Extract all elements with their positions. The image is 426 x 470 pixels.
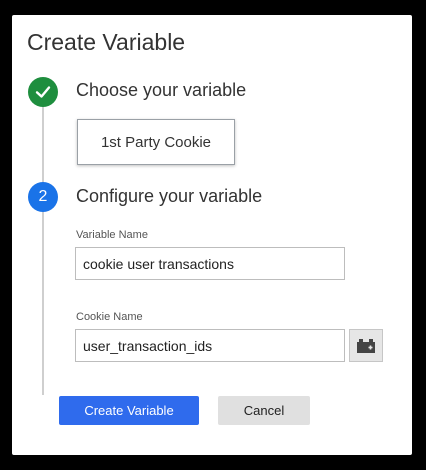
variable-picker-icon	[357, 338, 375, 353]
step-2-number: 2	[38, 188, 48, 205]
variable-type-card[interactable]: 1st Party Cookie	[77, 119, 235, 165]
step-1-title: Choose your variable	[76, 80, 247, 100]
dialog-title: Create Variable	[27, 29, 186, 55]
create-variable-button[interactable]: Create Variable	[59, 396, 199, 425]
step-timeline-line	[42, 105, 44, 395]
cookie-name-input[interactable]	[75, 329, 345, 362]
check-icon	[35, 86, 51, 98]
cancel-button-label: Cancel	[243, 403, 285, 418]
create-variable-button-label: Create Variable	[84, 403, 174, 418]
variable-type-label: 1st Party Cookie	[100, 133, 212, 151]
cookie-name-label: Cookie Name	[76, 311, 143, 323]
variable-name-input[interactable]	[75, 247, 345, 280]
variable-picker-button[interactable]	[349, 329, 383, 362]
step-complete-badge	[28, 77, 58, 107]
create-variable-dialog: Create Variable Choose your variable 1st…	[12, 15, 412, 455]
variable-name-label: Variable Name	[76, 229, 148, 241]
cancel-button[interactable]: Cancel	[218, 396, 310, 425]
step-2-title: Configure your variable	[76, 186, 263, 206]
step-2-badge: 2	[28, 182, 58, 212]
